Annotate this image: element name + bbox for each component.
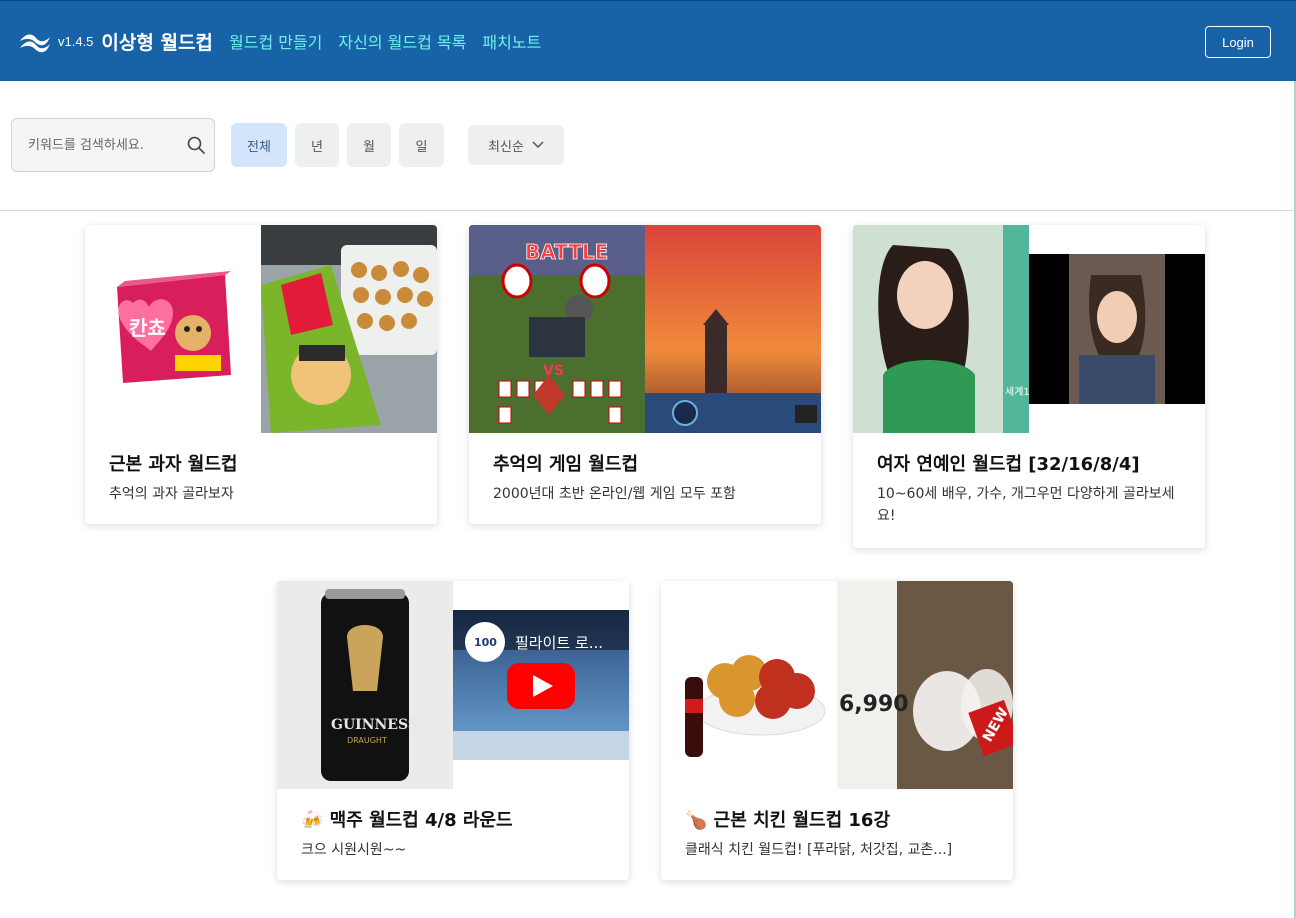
nav-create-worldcup[interactable]: 월드컵 만들기 bbox=[229, 29, 322, 53]
login-button[interactable]: Login bbox=[1205, 26, 1271, 58]
worldcup-card[interactable]: BATTLE VS 추억의 게임 월드컵 2000년대 초반 온라인/웹 게임 … bbox=[469, 225, 821, 524]
card-thumbnails: GUINNESS DRAUGHT 100 필라이트 로... bbox=[277, 581, 629, 789]
card-description: 10~60세 배우, 가수, 개그우먼 다양하게 골라보세요! bbox=[877, 486, 1175, 524]
sort-label: 최신순 bbox=[488, 139, 524, 155]
filter-month-button[interactable]: 월 bbox=[347, 123, 391, 167]
card-thumbnails: 칸쵸 bbox=[85, 225, 437, 433]
card-description: 추억의 과자 골라보자 bbox=[109, 486, 234, 502]
search-box bbox=[11, 118, 215, 172]
app-title: 이상형 월드컵 bbox=[101, 31, 213, 54]
thumbnail-image bbox=[661, 581, 837, 789]
thumbnail-image bbox=[645, 225, 821, 433]
thumbnail-image: 6,990 NEW bbox=[837, 581, 1013, 789]
thumbnail-image: 세계1등 bbox=[853, 225, 1029, 433]
battle-text: BATTLE bbox=[525, 240, 608, 264]
thumbnail-image: 100 필라이트 로... bbox=[453, 581, 629, 789]
card-thumbnails: 6,990 NEW bbox=[661, 581, 1013, 789]
soju-text: 세계1등 bbox=[1005, 386, 1029, 398]
filter-all-button[interactable]: 전체 bbox=[231, 123, 287, 167]
thumbnail-image: BATTLE VS bbox=[469, 225, 645, 433]
card-thumbnails: 세계1등 bbox=[853, 225, 1205, 433]
video-title-text: 필라이트 로... bbox=[515, 634, 603, 652]
worldcup-card[interactable]: 6,990 NEW 🍗 근본 치킨 월드컵 16강 클래식 치킨 월드컵! [푸… bbox=[661, 581, 1013, 880]
nav-my-worldcups[interactable]: 자신의 월드컵 목록 bbox=[338, 29, 466, 53]
search-input[interactable] bbox=[28, 119, 178, 171]
worldcup-card[interactable]: 세계1등 여자 연예인 월드컵 [32/16/8/4] 10~60세 배우, 가… bbox=[853, 225, 1205, 548]
price-text: 6,990 bbox=[839, 692, 909, 717]
top-navbar: v1.4.5 이상형 월드컵 월드컵 만들기 자신의 월드컵 목록 패치노트 L… bbox=[0, 0, 1296, 81]
draught-text: DRAUGHT bbox=[347, 736, 387, 745]
search-icon[interactable] bbox=[186, 135, 206, 155]
card-title: 추억의 게임 월드컵 bbox=[493, 454, 639, 475]
card-description: 2000년대 초반 온라인/웹 게임 모두 포함 bbox=[493, 486, 736, 502]
worldcup-card[interactable]: GUINNESS DRAUGHT 100 필라이트 로... 🍻 맥주 월드컵 … bbox=[277, 581, 629, 880]
main-nav: 월드컵 만들기 자신의 월드컵 목록 패치노트 bbox=[229, 29, 541, 53]
thumbnail-image bbox=[261, 225, 437, 433]
thumbnail-image bbox=[1029, 225, 1205, 433]
card-title: 🍻 맥주 월드컵 4/8 라운드 bbox=[301, 810, 513, 831]
app-version: v1.4.5 bbox=[58, 33, 94, 49]
thumbnail-image: GUINNESS DRAUGHT bbox=[277, 581, 453, 789]
kancho-text: 칸쵸 bbox=[129, 316, 166, 340]
card-description: 클래식 치킨 월드컵! [푸라닭, 처갓집, 교촌...] bbox=[685, 842, 953, 858]
worldcup-card[interactable]: 칸쵸 근본 과자 월드컵 추억의 과자 골라보자 bbox=[85, 225, 437, 524]
logo-wave-icon bbox=[20, 34, 50, 53]
card-title: 여자 연예인 월드컵 [32/16/8/4] bbox=[877, 454, 1140, 475]
vs-text: VS bbox=[543, 363, 564, 379]
video-badge-text: 100 bbox=[474, 636, 497, 649]
filter-day-button[interactable]: 일 bbox=[399, 123, 444, 167]
chevron-down-icon bbox=[532, 141, 544, 149]
sort-dropdown[interactable]: 최신순 bbox=[468, 125, 564, 165]
nav-patch-notes[interactable]: 패치노트 bbox=[482, 29, 541, 53]
filter-toolbar: 전체 년 월 일 최신순 bbox=[0, 81, 1296, 211]
card-title: 🍗 근본 치킨 월드컵 16강 bbox=[685, 810, 891, 831]
guinness-text: GUINNESS bbox=[331, 717, 418, 733]
card-title: 근본 과자 월드컵 bbox=[109, 454, 238, 475]
brand[interactable]: v1.4.5 이상형 월드컵 bbox=[18, 27, 213, 55]
card-description: 크으 시원시원~~ bbox=[301, 842, 407, 858]
filter-year-button[interactable]: 년 bbox=[295, 123, 339, 167]
card-thumbnails: BATTLE VS bbox=[469, 225, 821, 433]
thumbnail-image: 칸쵸 bbox=[85, 225, 261, 433]
